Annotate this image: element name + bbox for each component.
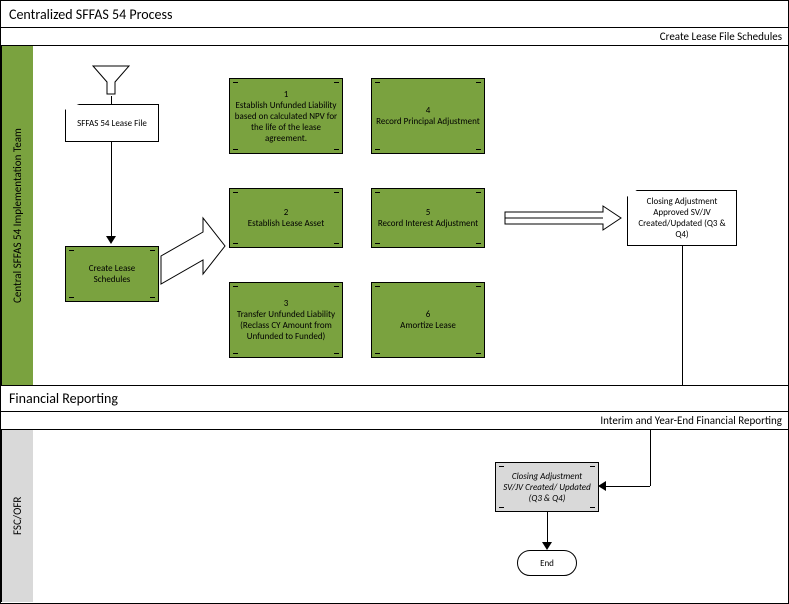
step4-text: Record Principal Adjustment [376,116,480,127]
end-label: End [540,558,554,569]
connector-line [111,142,112,238]
lower-band-label: Interim and Year-End Financial Reporting [600,414,782,427]
swimlane1-body: SFFAS 54 Lease File Create Lease Schedul… [33,46,788,385]
step2-text: Establish Lease Asset [248,218,324,229]
process-step-1: 1 Establish Unfunded Liability based on … [229,78,343,154]
arrowhead-left-icon [598,481,606,491]
connector-line [547,512,548,544]
closing-adjustment-box-text: Closing Adjustment SV/JV Created/ Update… [502,471,592,504]
swimlane-fsc-ofr: FSC/OFR Closing Adjustment SV/JV Created… [1,430,788,602]
swimlane2-label-text: FSC/OFR [11,497,24,535]
closing-adjustment-note-text: Closing Adjustment Approved SV/JV Create… [632,196,732,240]
step5-number: 5 [426,207,431,218]
upper-band-label: Create Lease File Schedules [660,30,782,43]
step1-number: 1 [284,89,289,100]
connector-line [682,246,683,386]
swimlane2-label: FSC/OFR [1,430,33,602]
step6-number: 6 [426,309,431,320]
swimlane1-label-text: Central SFFAS 54 Implementation Team [11,128,24,303]
arrowhead-down-icon [542,542,552,550]
process-closing-adjustment: Closing Adjustment SV/JV Created/ Update… [495,462,599,512]
funnel-icon [91,64,131,98]
lower-band: Interim and Year-End Financial Reporting [1,412,788,430]
process-step-4: 4 Record Principal Adjustment [371,78,485,154]
connector-line [650,430,651,486]
page-title-text: Centralized SFFAS 54 Process [9,6,172,23]
terminator-end: End [517,550,577,576]
lease-file-tag: SFFAS 54 Lease File [65,104,159,142]
process-step-5: 5 Record Interest Adjustment [371,188,485,248]
step6-text: Amortize Lease [400,320,456,331]
process-step-3: 3 Transfer Unfunded Liability (Reclass C… [229,282,343,358]
swimlane-implementation-team: Central SFFAS 54 Implementation Team SFF… [1,46,788,386]
connector-line [111,96,112,104]
swimlane1-label: Central SFFAS 54 Implementation Team [1,46,33,385]
diagram-page: Centralized SFFAS 54 Process Create Leas… [0,0,789,604]
closing-adjustment-note: Closing Adjustment Approved SV/JV Create… [627,190,737,246]
process-create-lease-schedules: Create Lease Schedules [65,246,159,302]
block-arrow-icon [159,216,227,286]
process-step-6: 6 Amortize Lease [371,282,485,358]
block-arrow-icon [503,204,623,232]
section2-title-text: Financial Reporting [9,390,118,407]
lease-file-tag-text: SFFAS 54 Lease File [77,118,147,129]
page-title: Centralized SFFAS 54 Process [1,1,788,28]
upper-band: Create Lease File Schedules [1,28,788,46]
step1-text: Establish Unfunded Liability based on ca… [234,100,338,144]
connector-line [605,486,650,487]
step5-text: Record Interest Adjustment [378,218,478,229]
step3-text: Transfer Unfunded Liability (Reclass CY … [234,309,338,342]
step3-number: 3 [284,298,289,309]
swimlane2-body: Closing Adjustment SV/JV Created/ Update… [33,430,788,602]
section-financial-reporting-title: Financial Reporting [1,386,788,412]
step2-number: 2 [284,207,289,218]
process-create-lease-schedules-text: Create Lease Schedules [70,263,154,285]
process-step-2: 2 Establish Lease Asset [229,188,343,248]
step4-number: 4 [426,105,431,116]
arrowhead-down-icon [106,236,116,244]
